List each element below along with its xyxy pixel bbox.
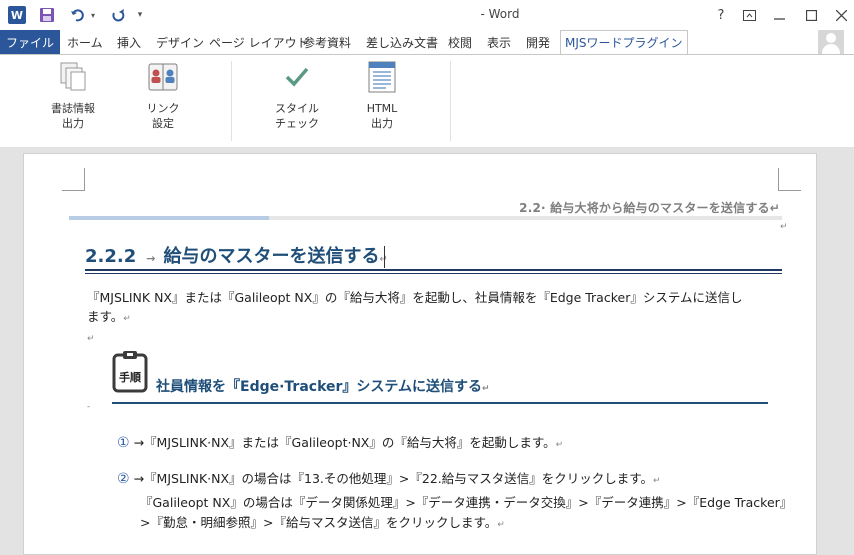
title-bar: W ▾ ▾ - Word ?	[0, 0, 854, 30]
document-area: 2.2· 給与大将から給与のマスターを送信する↵ ↵ 2.2.2 → 給与のマスター…	[0, 147, 854, 555]
checkmark-icon	[281, 61, 313, 93]
procedure-title[interactable]: 社員情報を『Edge·Tracker』システムに送信する↵	[156, 376, 490, 396]
substep-text: >『勤怠・明細参照』>『給与マスタ送信』をクリックします。	[140, 515, 498, 530]
ribbon-display-icon[interactable]	[738, 5, 760, 25]
tab-view[interactable]: 表示	[487, 30, 511, 54]
maximize-icon[interactable]	[800, 5, 822, 25]
link-settings-label: リンク 設定	[146, 102, 180, 130]
heading-rule	[85, 269, 782, 271]
crop-mark-top-left	[62, 168, 85, 191]
paragraph-mark: ↵	[780, 222, 788, 232]
tab-mailings[interactable]: 差し込み文書	[366, 30, 438, 54]
paragraph-mark: ↵	[123, 314, 131, 324]
word-logo-icon[interactable]: W	[8, 6, 26, 24]
tab-insert[interactable]: 挿入	[117, 30, 141, 54]
text-cursor	[384, 246, 385, 268]
bibliography-output-button[interactable]: 書誌情報 出力	[38, 61, 108, 137]
paragraph-mark: ↵	[497, 520, 505, 530]
step-2-detail-line-1[interactable]: 『Galileopt NX』の場合は『データ関係処理』>『データ連携・データ交換…	[140, 492, 792, 511]
style-check-button[interactable]: スタイル チェック	[262, 61, 332, 137]
step-text: →『MJSLINK·NX』の場合は『13.その他処理』>『22.給与マスタ送信』…	[133, 471, 654, 486]
tab-home[interactable]: ホーム	[67, 30, 103, 54]
heading-rule	[85, 273, 782, 274]
paragraph-mark: ↵	[482, 384, 490, 394]
ribbon-group-separator	[450, 61, 451, 141]
procedure-title-text: 社員情報を『Edge·Tracker』システムに送信する	[156, 379, 482, 395]
undo-icon[interactable]	[68, 5, 88, 25]
heading-text: 給与のマスターを送信する	[163, 246, 380, 267]
heading-number: 2.2.2	[85, 246, 137, 267]
tab-page-layout[interactable]: ページ レイアウト	[209, 30, 309, 54]
paragraph-mark: ↵	[653, 476, 661, 486]
address-book-icon	[147, 61, 179, 93]
redo-icon[interactable]	[108, 5, 128, 25]
html-output-button[interactable]: HTML 出力	[347, 61, 417, 137]
step-number: ②	[117, 471, 130, 487]
tab-design[interactable]: デザイン	[156, 30, 204, 54]
copy-pages-icon	[57, 61, 89, 93]
save-icon[interactable]	[38, 5, 56, 25]
tab-file[interactable]: ファイル	[0, 30, 60, 54]
link-settings-button[interactable]: リンク 設定	[128, 61, 198, 137]
html-document-icon	[366, 61, 398, 93]
paragraph-mark: -	[87, 402, 91, 412]
paragraph-mark: ↵	[87, 334, 95, 344]
clipboard-icon: 手順	[112, 350, 150, 394]
crop-mark-top-right	[778, 168, 801, 191]
intro-paragraph[interactable]: 『MJSLINK NX』または『Galileopt NX』の『給与大将』を起動し…	[87, 288, 787, 329]
step-2-detail-line-2[interactable]: >『勤怠・明細参照』>『給与マスタ送信』をクリックします。↵	[140, 512, 505, 531]
section-heading[interactable]: 2.2.2→給与のマスターを送信する↵	[85, 242, 388, 268]
running-header: 2.2· 給与大将から給与のマスターを送信する↵	[519, 201, 780, 215]
html-output-label: HTML 出力	[366, 102, 398, 130]
ribbon-group-separator	[231, 61, 232, 141]
user-avatar[interactable]	[818, 30, 844, 54]
step-number: ①	[117, 435, 130, 451]
undo-dropdown-icon[interactable]: ▾	[88, 5, 98, 25]
minimize-icon[interactable]	[768, 5, 790, 25]
customize-qat-icon[interactable]: ▾	[134, 5, 146, 25]
paragraph-mark: ↵	[555, 440, 564, 450]
document-page[interactable]: 2.2· 給与大将から給与のマスターを送信する↵ ↵ 2.2.2 → 給与のマスター…	[23, 153, 817, 555]
window-title: - Word	[480, 7, 520, 21]
intro-line-1: 『MJSLINK NX』または『Galileopt NX』の『給与大将』を起動し…	[87, 290, 743, 305]
tab-arrow: →	[146, 252, 156, 265]
tab-developer[interactable]: 開発	[526, 30, 550, 54]
step-2[interactable]: ② →『MJSLINK·NX』の場合は『13.その他処理』>『22.給与マスタ送信…	[117, 468, 661, 487]
style-check-label: スタイル チェック	[275, 102, 319, 130]
intro-line-2: ます。	[87, 309, 124, 324]
step-text: →『MJSLINK·NX』または『Galileopt·NX』の『給与大将』を起動…	[133, 435, 556, 450]
tab-mjs-word-plugin[interactable]: MJSワードプラグイン	[560, 30, 688, 55]
tab-references[interactable]: 参考資料	[303, 30, 351, 54]
close-icon[interactable]	[830, 5, 852, 25]
procedure-rule	[112, 402, 768, 404]
help-button[interactable]: ?	[710, 5, 732, 25]
procedure-icon-label: 手順	[119, 370, 142, 384]
step-1[interactable]: ① →『MJSLINK·NX』または『Galileopt·NX』の『給与大将』を起…	[117, 432, 563, 451]
header-bar-accent	[69, 216, 269, 220]
ribbon-tab-bar: ファイル ホーム 挿入 デザイン ページ レイアウト 参考資料 差し込み文書 校…	[0, 30, 854, 55]
tab-review[interactable]: 校閲	[448, 30, 472, 54]
bibliography-output-label: 書誌情報 出力	[51, 102, 95, 130]
ribbon-panel: 書誌情報 出力 リンク 設定 スタイル チェック HTML 出力	[0, 54, 854, 148]
